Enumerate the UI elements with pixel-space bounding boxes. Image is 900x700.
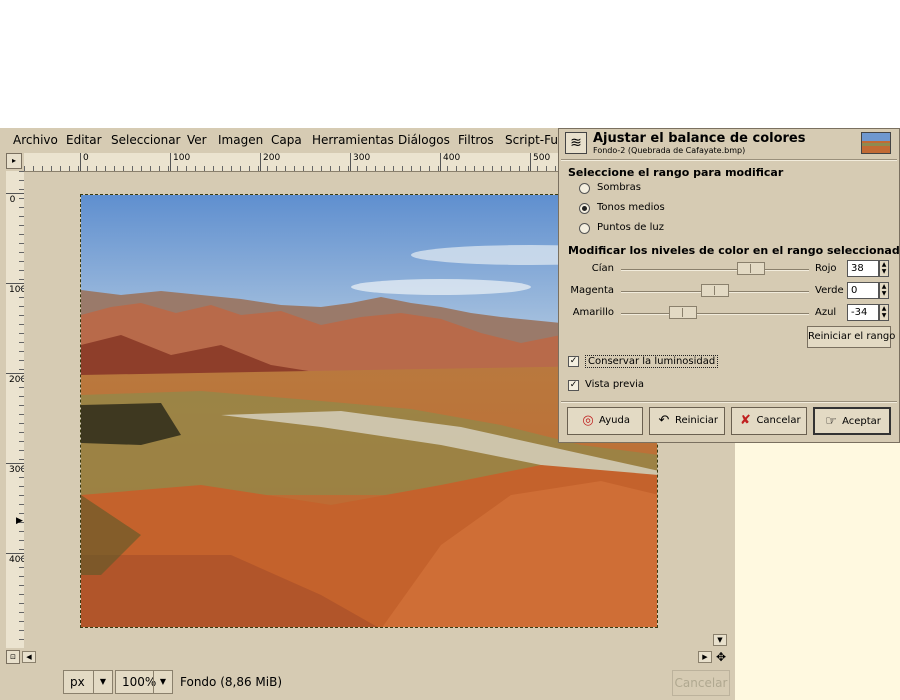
dialog-subtitle: Fondo-2 (Quebrada de Cafayate.bmp)	[593, 146, 746, 155]
slider-row-yellow-blue: Amarillo Azul -34 ▲ ▼	[559, 303, 899, 323]
menu-archivo[interactable]: Archivo	[13, 133, 58, 147]
ruler-label: 200	[263, 153, 281, 163]
slider-left-label: Magenta	[570, 285, 614, 296]
checkbox-checked-icon[interactable]: ✓	[568, 356, 579, 367]
scroll-down-arrow-icon[interactable]: ▼	[713, 634, 727, 646]
divider	[561, 159, 897, 161]
menu-seleccionar[interactable]: Seleccionar	[111, 133, 180, 147]
scroll-left-arrow-icon[interactable]: ◀	[22, 651, 36, 663]
color-balance-icon: ≋	[565, 132, 587, 154]
checkbox-checked-icon[interactable]: ✓	[568, 380, 579, 391]
horizontal-scrollbar[interactable]: ◀ ▶	[6, 650, 714, 664]
menu-filtros[interactable]: Filtros	[458, 133, 494, 147]
cancel-x-icon: ✘	[739, 413, 751, 428]
radio-indicator[interactable]	[579, 183, 590, 194]
reset-button[interactable]: ↶ Reiniciar	[649, 407, 725, 435]
ok-label: Aceptar	[842, 416, 881, 427]
ruler-label: 100	[9, 285, 25, 295]
unit-selector[interactable]: px ▼	[63, 670, 113, 694]
slider-thumb[interactable]	[701, 284, 729, 297]
menu-ver[interactable]: Ver	[187, 133, 207, 147]
lifebuoy-icon: ◎	[582, 413, 594, 428]
slider-right-label: Verde	[815, 285, 844, 296]
cancel-button[interactable]: ✘ Cancelar	[731, 407, 807, 435]
navigate-icon[interactable]: ✥	[714, 650, 728, 664]
menu-editar[interactable]: Editar	[66, 133, 102, 147]
help-label: Ayuda	[599, 415, 630, 426]
ruler-label: 0	[83, 153, 89, 163]
horizontal-ruler: 0 100 200 300 400 500	[24, 153, 560, 172]
menu-herramientas[interactable]: Herramientas	[312, 133, 394, 147]
dialog-header: ≋ Ajustar el balance de colores Fondo-2 …	[559, 129, 899, 157]
toggle-quick-mask-button[interactable]: ⊡	[6, 650, 20, 664]
spin-arrows-icon[interactable]: ▲ ▼	[879, 260, 889, 277]
unit-value: px	[70, 675, 85, 689]
ruler-label: 0	[9, 195, 16, 205]
slider-left-label: Amarillo	[572, 307, 614, 318]
zoom-selector[interactable]: 100% ▼	[115, 670, 173, 694]
slider-track[interactable]	[621, 313, 809, 315]
checkbox-label: Vista previa	[585, 379, 645, 390]
image-thumbnail	[861, 132, 891, 154]
ruler-label: 100	[173, 153, 191, 163]
slider-right-label: Rojo	[815, 263, 837, 274]
ruler-label: 300	[353, 153, 371, 163]
radio-label: Puntos de luz	[597, 222, 665, 233]
ruler-label: 300	[9, 465, 25, 475]
slider-row-magenta-green: Magenta Verde 0 ▲ ▼	[559, 281, 899, 301]
reset-range-button[interactable]: Reiniciar el rango	[807, 326, 895, 348]
ok-hand-icon: ☞	[825, 414, 837, 429]
levels-section-label: Modificar los niveles de color en el ran…	[568, 244, 900, 257]
color-balance-dialog: ≋ Ajustar el balance de colores Fondo-2 …	[558, 128, 900, 443]
reset-label: Reiniciar	[674, 415, 719, 426]
slider-thumb[interactable]	[669, 306, 698, 319]
ruler-label: 500	[533, 153, 551, 163]
statusbar: px ▼ 100% ▼ Fondo (8,86 MiB) Cancelar	[0, 668, 735, 700]
help-button[interactable]: ◎ Ayuda	[567, 407, 643, 435]
slider-right-label: Azul	[815, 307, 837, 318]
radio-label: Tonos medios	[597, 202, 665, 213]
slider-track[interactable]	[621, 269, 809, 271]
menu-dialogos[interactable]: Diálogos	[398, 133, 450, 147]
radio-indicator[interactable]	[579, 203, 590, 214]
chevron-down-icon[interactable]: ▼	[153, 671, 172, 693]
status-cancel-button[interactable]: Cancelar	[672, 670, 730, 696]
menu-imagen[interactable]: Imagen	[218, 133, 263, 147]
desktop-background	[735, 443, 900, 700]
scroll-right-arrow-icon[interactable]: ▶	[698, 651, 712, 663]
zoom-value: 100%	[122, 675, 157, 689]
divider	[561, 401, 897, 403]
range-section-label: Seleccione el rango para modificar	[568, 166, 784, 179]
radio-label: Sombras	[597, 182, 642, 193]
quick-mask-corner-button[interactable]: ▸	[6, 153, 22, 169]
menu-script-fu[interactable]: Script-Fu	[505, 133, 558, 147]
slider-row-cyan-red: Cían Rojo 38 ▲ ▼	[559, 259, 899, 279]
spin-arrows-icon[interactable]: ▲ ▼	[879, 282, 889, 299]
ruler-label: 400	[9, 555, 25, 565]
radio-indicator[interactable]	[579, 223, 590, 234]
yellow-blue-value-input[interactable]: -34	[847, 304, 879, 321]
magenta-green-value-input[interactable]: 0	[847, 282, 879, 299]
cancel-label: Cancelar	[756, 415, 801, 426]
spin-arrows-icon[interactable]: ▲ ▼	[879, 304, 889, 321]
slider-left-label: Cían	[591, 263, 614, 274]
slider-thumb[interactable]	[736, 262, 765, 275]
menu-capa[interactable]: Capa	[271, 133, 302, 147]
ruler-pointer-marker: ▶	[16, 516, 23, 526]
ruler-label: 200	[9, 375, 25, 385]
cyan-red-value-input[interactable]: 38	[847, 260, 879, 277]
layer-info: Fondo (8,86 MiB)	[180, 675, 283, 689]
vertical-ruler: 0 100 200 300 400 ▶	[6, 171, 25, 648]
dialog-title: Ajustar el balance de colores	[593, 131, 806, 146]
chevron-down-icon[interactable]: ▼	[93, 671, 112, 693]
ok-button[interactable]: ☞ Aceptar	[813, 407, 891, 435]
ruler-label: 400	[443, 153, 461, 163]
undo-icon: ↶	[658, 413, 670, 428]
checkbox-label: Conservar la luminosidad	[585, 355, 719, 368]
